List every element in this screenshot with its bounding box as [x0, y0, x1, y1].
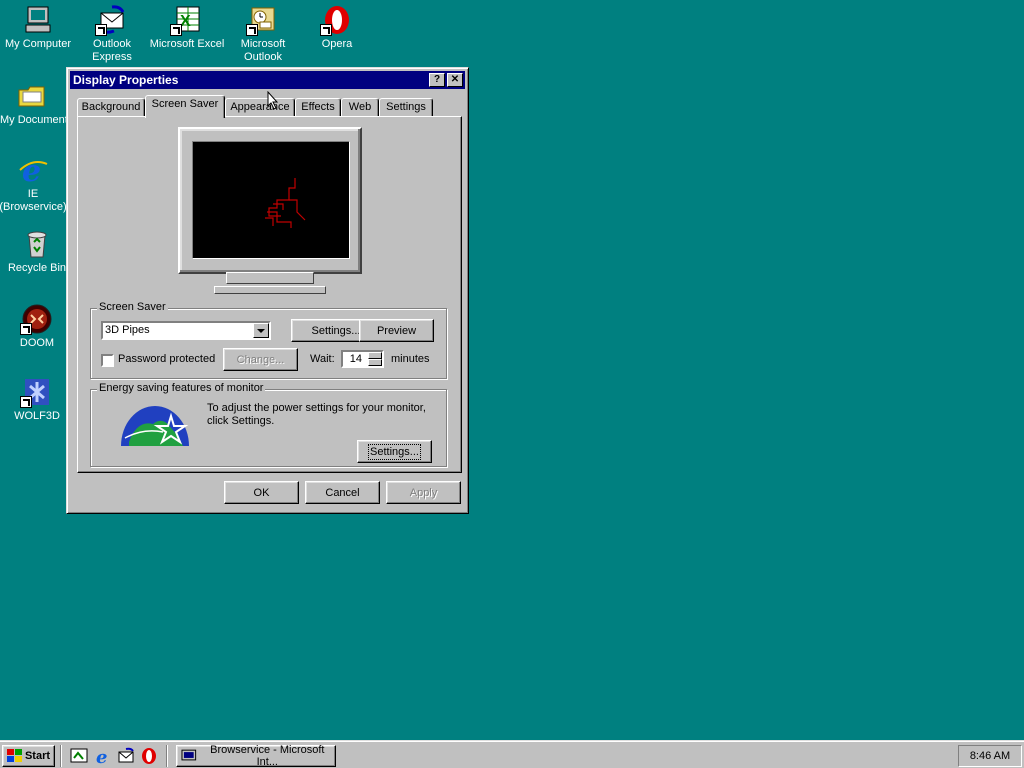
shortcut-arrow-icon [170, 24, 182, 36]
energy-text: To adjust the power settings for your mo… [207, 402, 426, 427]
desktop-icon-label: My Documents [0, 114, 66, 126]
apply-label: Apply [409, 486, 438, 499]
tab-background[interactable]: Background [77, 98, 145, 116]
monitor-stand [226, 272, 314, 284]
shortcut-arrow-icon [246, 24, 258, 36]
shortcut-arrow-icon [20, 396, 32, 408]
tab-screen-saver[interactable]: Screen Saver [145, 95, 225, 118]
cancel-button[interactable]: Cancel [305, 481, 380, 504]
preview-label: Preview [376, 324, 417, 337]
preview-button[interactable]: Preview [359, 319, 434, 342]
taskbar-separator [166, 745, 168, 767]
start-label: Start [24, 750, 51, 762]
energy-group-label: Energy saving features of monitor [97, 382, 266, 394]
title-bar[interactable]: Display Properties ? ✕ [70, 71, 465, 89]
desktop-icon-my-computer[interactable]: My Computer [0, 4, 76, 51]
tab-web[interactable]: Web [341, 98, 379, 116]
shortcut-arrow-icon [95, 24, 107, 36]
password-checkbox[interactable] [101, 354, 114, 367]
my-computer-icon [25, 6, 51, 33]
outlook-express-quicklaunch-icon[interactable] [117, 747, 135, 765]
desktop-icon-label: Outlook Express [92, 38, 132, 63]
desktop-icon-label: WOLF3D [14, 410, 60, 422]
password-label: Password protected [118, 353, 216, 365]
desktop-icon-opera[interactable]: Opera [299, 4, 375, 51]
desktop-icon-recycle-bin[interactable]: Recycle Bin [0, 228, 75, 275]
shortcut-arrow-icon [20, 323, 32, 335]
apply-button[interactable]: Apply [386, 481, 461, 504]
clock[interactable]: 8:46 AM [970, 750, 1010, 762]
tab-appearance[interactable]: Appearance [225, 98, 295, 116]
display-properties-window: Display Properties ? ✕ Background Screen… [66, 67, 469, 514]
ie-icon: e [19, 154, 48, 186]
energy-settings-button[interactable]: Settings... [357, 440, 432, 463]
help-button[interactable]: ? [429, 73, 445, 87]
desktop-icon-label: Microsoft Outlook [240, 38, 286, 63]
screensaver-settings-label: Settings... [311, 324, 361, 337]
preview-screen [192, 141, 350, 259]
cancel-label: Cancel [325, 486, 360, 499]
window-title: Display Properties [73, 73, 179, 87]
tab-settings[interactable]: Settings [379, 98, 433, 116]
ie-quicklaunch-icon[interactable]: e [94, 747, 112, 765]
system-tray: 8:46 AM [958, 745, 1022, 767]
energy-settings-label: Settings... [368, 443, 421, 460]
desktop-icon-wolf3d[interactable]: WOLF3D [0, 376, 75, 423]
wait-value: 14 [349, 353, 362, 365]
screensaver-select[interactable]: 3D Pipes [101, 321, 271, 340]
taskbar-window-browservice[interactable]: Browservice - Microsoft Int... [176, 744, 336, 768]
screen-saver-panel: Screen Saver 3D Pipes Settings... Previe… [77, 116, 462, 473]
shortcut-arrow-icon [320, 24, 332, 36]
screen-saver-group-label: Screen Saver [97, 301, 168, 313]
start-button[interactable]: Start [2, 745, 55, 767]
spin-down-icon[interactable] [368, 359, 382, 366]
desktop-icon-doom[interactable]: DOOM [0, 303, 75, 350]
change-password-button[interactable]: Change... [223, 348, 298, 371]
taskbar-separator [60, 745, 62, 767]
close-button[interactable]: ✕ [447, 73, 463, 87]
wait-label: Wait: [310, 353, 335, 365]
recycle-bin-icon [27, 231, 47, 258]
ok-button[interactable]: OK [224, 481, 299, 504]
svg-text:e: e [22, 154, 41, 186]
desktop-icon-outlook[interactable]: Microsoft Outlook [225, 4, 301, 64]
minutes-label: minutes [391, 353, 430, 365]
svg-text:e: e [96, 747, 107, 765]
chevron-down-icon[interactable] [253, 323, 269, 338]
pipes-preview-icon [265, 178, 306, 228]
energy-group: Energy saving features of monitor To adj… [90, 382, 447, 467]
desktop-icon-excel[interactable]: X Microsoft Excel [149, 4, 225, 51]
desktop-icon-label: IE (Browservice) [0, 188, 67, 213]
desktop-icon-outlook-express[interactable]: Outlook Express [74, 4, 150, 64]
folder-icon [18, 86, 45, 107]
opera-quicklaunch-icon[interactable] [140, 747, 158, 765]
energy-star-logo-icon [121, 406, 189, 446]
monitor-base [214, 286, 326, 294]
spin-up-icon[interactable] [368, 352, 382, 359]
desktop-icon-ie[interactable]: e IE (Browservice) [0, 154, 67, 214]
desktop-icon-label: My Computer [4, 38, 72, 50]
screen-saver-group: Screen Saver 3D Pipes Settings... Previe… [90, 301, 447, 379]
taskbar-window-label: Browservice - Microsoft Int... [210, 744, 325, 768]
change-password-label: Change... [236, 353, 285, 366]
display-properties-small-icon [181, 749, 197, 761]
wait-spinner[interactable]: 14 [341, 350, 384, 368]
desktop-icon-label: Microsoft Excel [149, 38, 225, 50]
ok-label: OK [253, 486, 270, 499]
desktop-icon-label: Recycle Bin [7, 262, 67, 274]
mouse-cursor-icon [267, 91, 279, 110]
monitor-preview [178, 127, 362, 274]
screensaver-select-value: 3D Pipes [105, 324, 150, 336]
tab-effects[interactable]: Effects [295, 98, 341, 116]
taskbar: Start e Browservice - Microsoft Int... 8… [0, 740, 1024, 768]
desktop-icon-label: DOOM [19, 337, 55, 349]
windows-logo-icon [6, 749, 22, 762]
desktop-icon-label: Opera [321, 38, 353, 50]
desktop-icon-my-documents[interactable]: My Documents [0, 80, 66, 127]
show-desktop-icon[interactable] [70, 747, 88, 765]
